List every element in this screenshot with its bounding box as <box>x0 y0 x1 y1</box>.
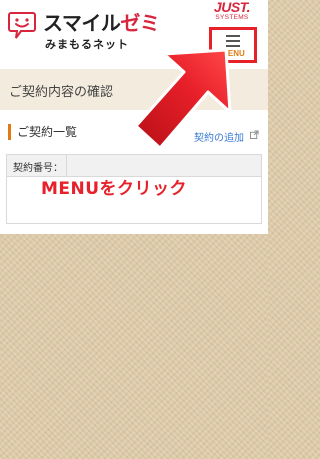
table-divider <box>66 155 67 176</box>
brand-subname: SYSTEMS <box>215 14 249 21</box>
pointer-arrow-icon <box>134 48 232 150</box>
external-link-icon <box>250 130 259 139</box>
contract-number-label: 契約番号： <box>13 163 63 174</box>
logo-title-main: スマイル <box>43 11 121 35</box>
logo-title: スマイルゼミ <box>43 7 160 36</box>
brand-name: JUST. <box>213 0 251 15</box>
instruction-text: MENUをクリック <box>41 179 188 199</box>
logo-subtitle: みまもるネット <box>45 38 129 51</box>
smile-speech-bubble-icon <box>8 12 36 39</box>
logo-title-accent: ゼミ <box>120 11 160 35</box>
section-heading: ご契約一覧 <box>8 124 77 140</box>
page-title: ご契約内容の確認 <box>9 85 114 100</box>
brand-logo: JUST. SYSTEMS <box>202 0 262 21</box>
